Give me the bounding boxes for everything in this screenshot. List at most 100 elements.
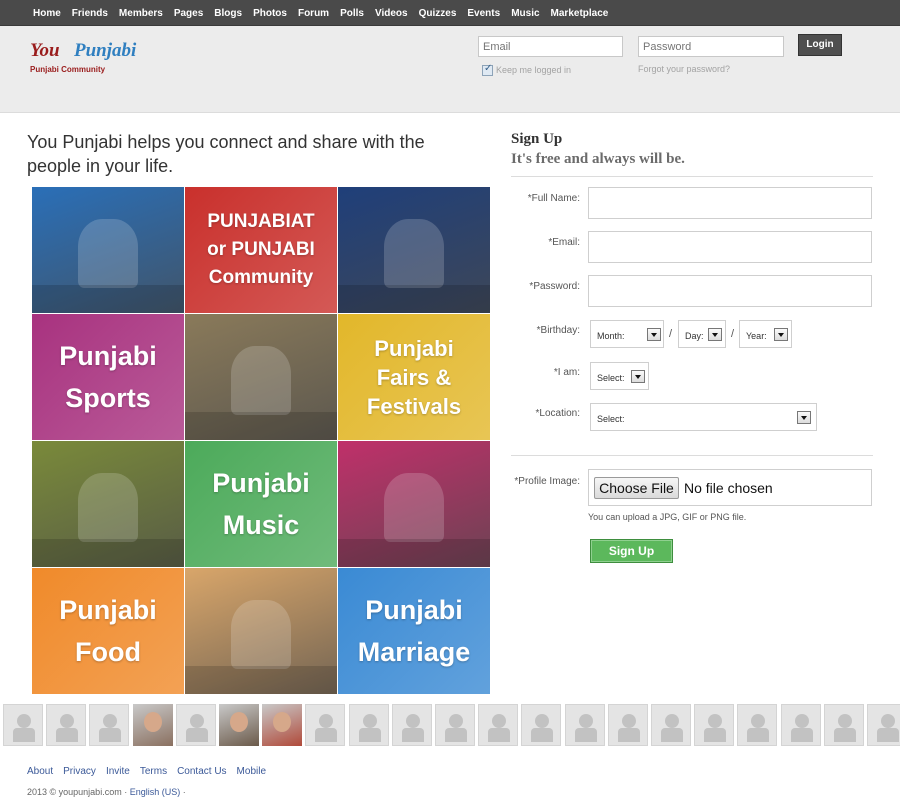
avatar-body [401,728,424,742]
default-avatar-icon[interactable] [478,704,519,746]
punjabi-music-tile[interactable]: Punjabi Music [185,441,337,567]
i-am-label: *I am: [553,367,580,378]
forgot-password-link[interactable]: Forgot your password? [638,64,730,74]
nav-item-videos[interactable]: Videos [375,8,408,19]
choose-file-button[interactable]: Choose File [594,477,679,499]
tile-caption-line: Food [75,637,141,667]
avatar-body [661,728,683,742]
birth-day-select[interactable]: Day: [678,320,726,348]
default-avatar-icon[interactable] [651,704,691,746]
punjabi-sports-tile[interactable]: Punjabi Sports [32,314,184,440]
avatar-body [747,728,770,742]
nav-item-forum[interactable]: Forum [298,8,329,19]
photo-ground [338,285,490,313]
default-avatar-icon[interactable] [737,704,778,746]
hockey-photo[interactable] [32,187,184,313]
default-avatar-icon[interactable] [564,704,605,746]
signup-subtitle: It's free and always will be. [511,151,685,167]
default-avatar-icon[interactable] [521,704,562,746]
punjabi-marriage-tile[interactable]: Punjabi Marriage [338,568,490,694]
site-logo[interactable]: You Punjabi Punjabi Community [30,40,160,80]
avatar-body [358,728,381,742]
upload-hint: You can upload a JPG, GIF or PNG file. [588,512,747,522]
avatar-head [362,714,377,728]
fairs-festivals-tile[interactable]: Punjabi Fairs & Festivals [338,314,490,440]
birth-year-value: Year: [746,331,767,341]
default-avatar-icon[interactable] [89,704,130,746]
avatar-body [877,728,899,742]
default-avatar-icon[interactable] [175,704,216,746]
footer-link-invite[interactable]: Invite [106,766,130,777]
bull-race-photo[interactable] [185,314,337,440]
avatar-head [319,714,334,728]
language-link[interactable]: English (US) [130,787,181,797]
default-avatar-icon[interactable] [3,704,43,746]
member-photo-avatar[interactable] [262,704,303,746]
login-email-input[interactable] [478,36,623,57]
email-label: *Email: [548,237,580,248]
footer-link-terms[interactable]: Terms [140,766,167,777]
i-am-select[interactable]: Select: [590,362,649,390]
nav-item-music[interactable]: Music [511,8,539,19]
bhangra-dance-photo[interactable] [32,441,184,567]
login-password-input[interactable] [638,36,784,57]
photo-ground [338,539,490,567]
default-avatar-icon[interactable] [867,704,900,746]
punjabi-food-tile[interactable]: Punjabi Food [32,568,184,694]
nav-item-pages[interactable]: Pages [174,8,203,19]
login-button[interactable]: Login [798,34,842,56]
avatar-body [13,728,35,742]
location-value: Select: [597,414,625,424]
nav-item-blogs[interactable]: Blogs [214,8,242,19]
footer-link-mobile[interactable]: Mobile [237,766,266,777]
nav-item-events[interactable]: Events [467,8,500,19]
password-field[interactable] [588,275,872,307]
avatar-face [273,712,292,732]
chevron-down-icon [708,328,722,341]
member-photo-avatar[interactable] [132,704,173,746]
avatar-body [315,728,338,742]
default-avatar-icon[interactable] [46,704,87,746]
location-select[interactable]: Select: [590,403,817,431]
photo-ground [32,539,184,567]
nav-item-polls[interactable]: Polls [340,8,364,19]
default-avatar-icon[interactable] [305,704,346,746]
tile-caption-line: Punjabi [59,595,157,625]
top-nav-bar: Home Friends Members Pages Blogs Photos Forum P… [0,0,900,26]
nav-item-quizzes[interactable]: Quizzes [419,8,457,19]
avatar-head [449,714,463,728]
birth-year-select[interactable]: Year: [739,320,792,348]
email-field[interactable] [588,231,872,263]
default-avatar-icon[interactable] [823,704,864,746]
member-avatars-strip [0,703,900,747]
punjabi-food-tile-caption: Punjabi Food [59,589,157,673]
nav-item-marketplace[interactable]: Marketplace [551,8,609,19]
default-avatar-icon[interactable] [391,704,432,746]
default-avatar-icon[interactable] [780,704,821,746]
default-avatar-icon[interactable] [348,704,389,746]
keep-logged-in-checkbox[interactable] [482,63,493,76]
nav-item-members[interactable]: Members [119,8,163,19]
nav-item-friends[interactable]: Friends [72,8,108,19]
nav-item-photos[interactable]: Photos [253,8,287,19]
default-avatar-icon[interactable] [694,704,735,746]
full-name-field[interactable] [588,187,872,219]
default-avatar-icon[interactable] [607,704,648,746]
punjabiat-tile[interactable]: PUNJABIAT or PUNJABI Community [185,187,337,313]
sign-up-button[interactable]: Sign Up [590,539,673,563]
tile-caption-line: Community [208,267,314,288]
chicken-dish-photo[interactable] [185,568,337,694]
member-photo-avatar[interactable] [219,704,259,746]
birth-month-select[interactable]: Month: [590,320,664,348]
footer-link-privacy[interactable]: Privacy [63,766,96,777]
hockey-night-photo[interactable] [338,187,490,313]
footer-link-about[interactable]: About [27,766,53,777]
avatar-head [621,714,636,728]
wedding-couple-photo[interactable] [338,441,490,567]
default-avatar-icon[interactable] [435,704,475,746]
footer-link-contact-us[interactable]: Contact Us [177,766,226,777]
chevron-down-icon [774,328,788,341]
nav-item-home[interactable]: Home [33,8,61,19]
punjabi-music-tile-caption: Punjabi Music [212,462,310,546]
keep-logged-in-label: Keep me logged in [496,65,572,75]
